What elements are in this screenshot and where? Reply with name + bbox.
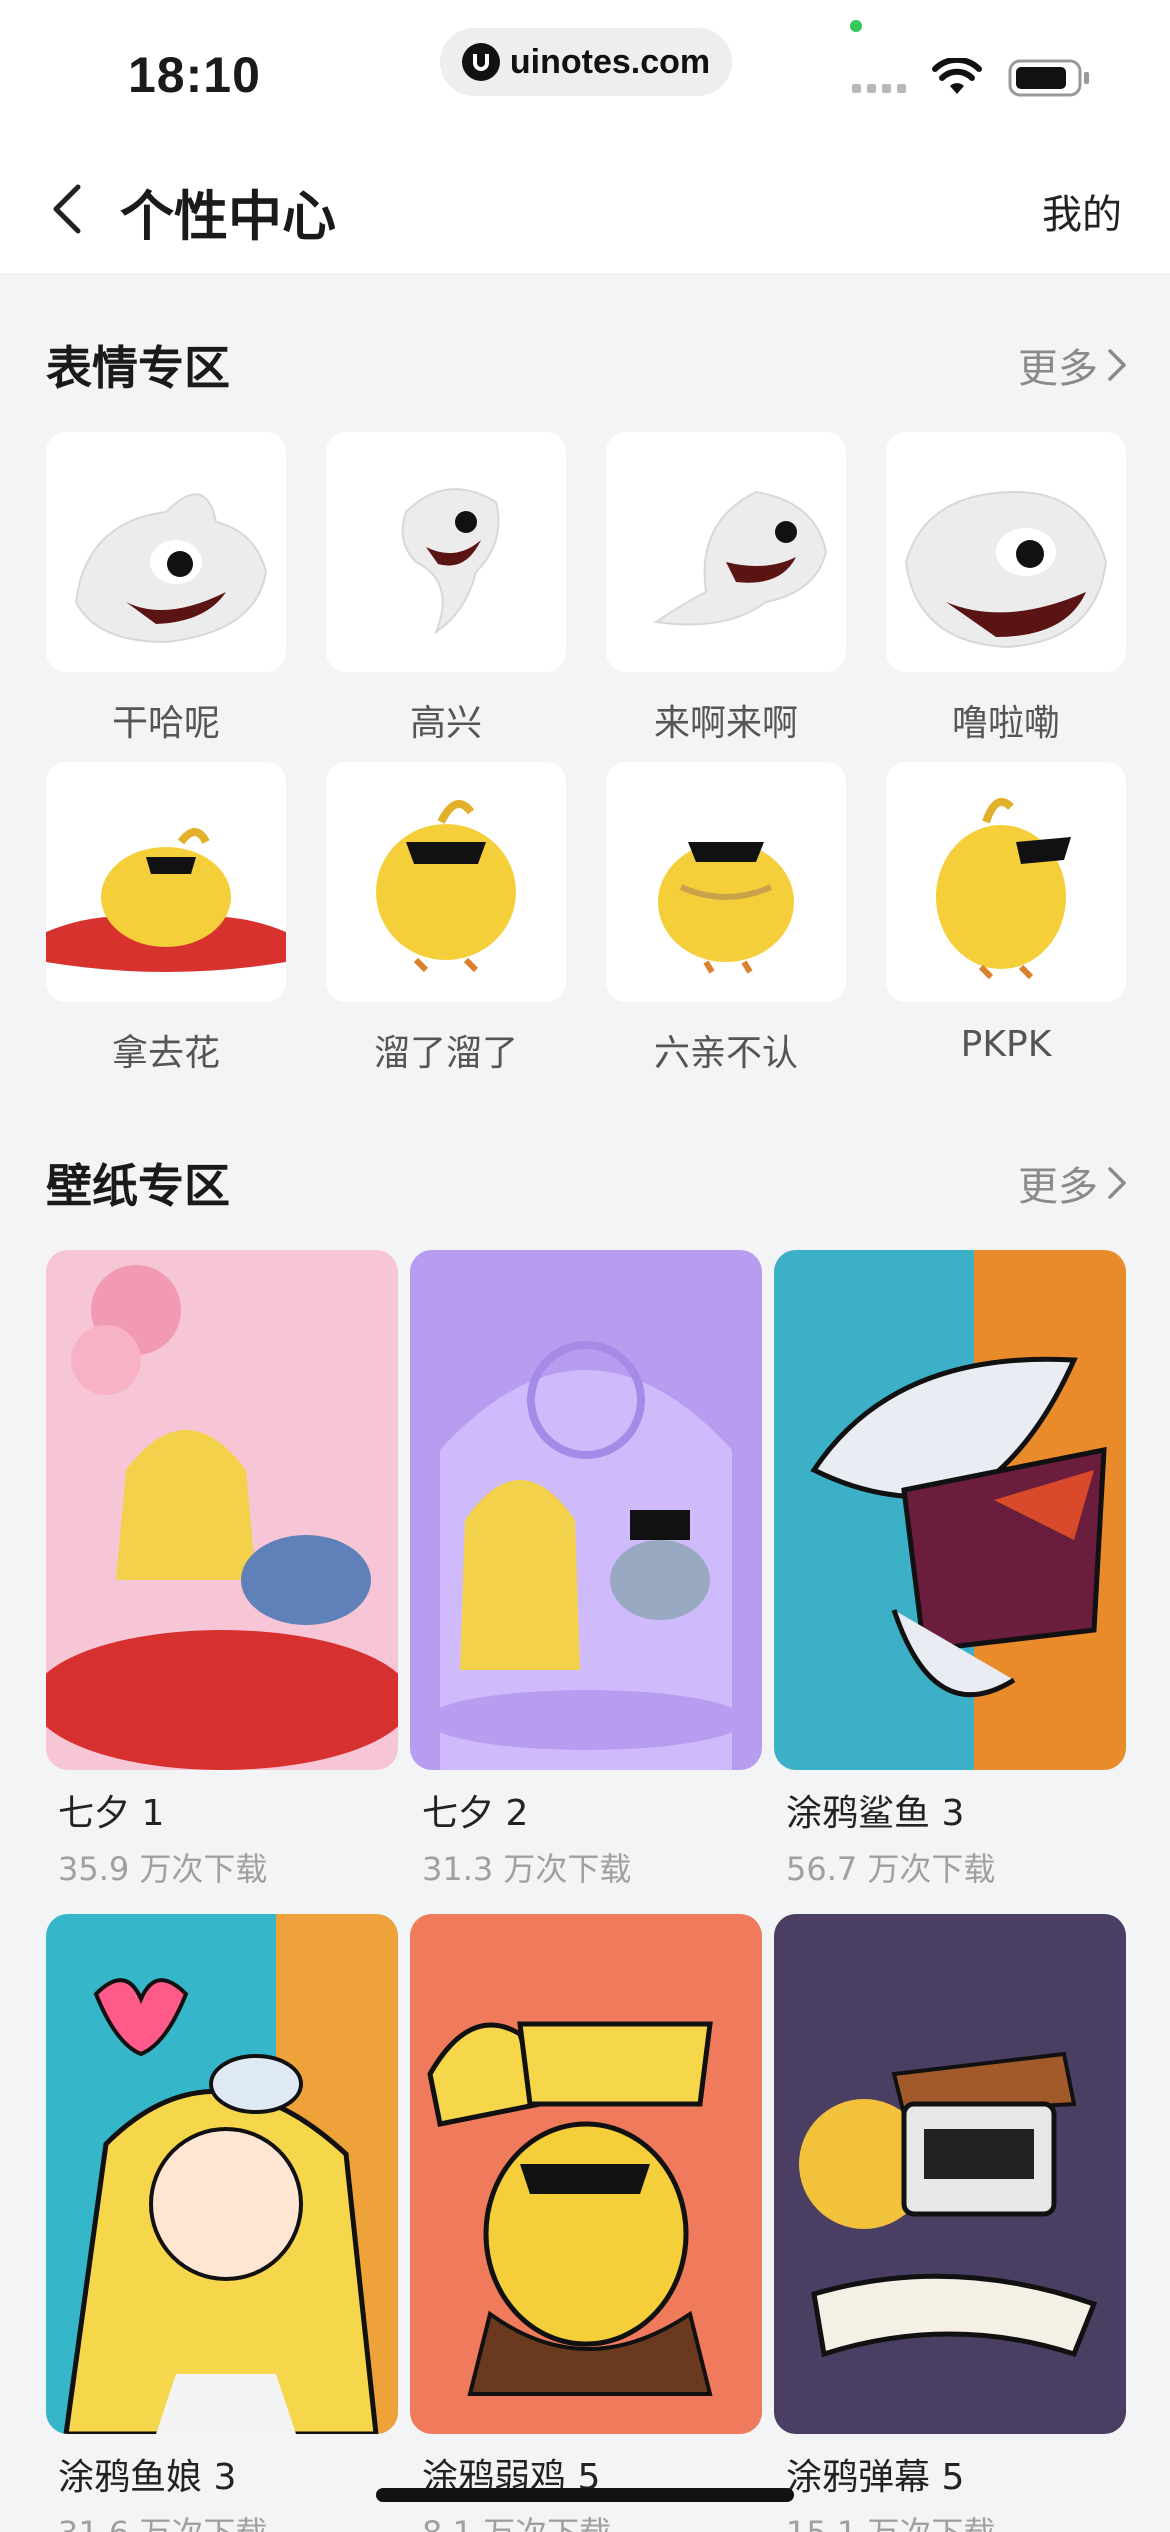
wallpaper-art (410, 1250, 762, 1770)
wallpaper-grid: 七夕 1 35.9 万次下载 七夕 2 31.3 万次下载 涂鸦鲨鱼 3 56.… (46, 1250, 1126, 2532)
sticker-label: 噜啦嘞 (951, 703, 1060, 744)
wallpaper-name: 涂鸦鲨鱼 3 (786, 1793, 965, 1834)
wallpaper-more-link[interactable]: 更多 (1018, 1154, 1128, 1212)
shark-sticker-icon (904, 490, 1108, 649)
wallpaper-thumbnail (774, 1914, 1126, 2434)
wallpaper-downloads: 31.3 万次下载 (422, 1850, 632, 1888)
sticker-item[interactable]: PKPK (886, 762, 1126, 1092)
shark-sticker-icon (653, 490, 828, 626)
sticker-section-title: 表情专区 (46, 341, 230, 395)
sticker-item[interactable]: 高兴 (326, 432, 566, 762)
battery-icon (1008, 59, 1089, 97)
wallpaper-downloads: 35.9 万次下载 (58, 1850, 268, 1888)
wallpaper-downloads: 31.6 万次下载 (58, 2508, 398, 2532)
wallpaper-thumbnail (46, 1914, 398, 2434)
wallpaper-thumbnail (410, 1250, 762, 1770)
sticker-label: 来啊来啊 (653, 703, 798, 744)
sticker-grid: 干哈呢 高兴 来啊来啊 噜啦嘞 拿去花 溜了溜了 六亲不认 PKPK (46, 432, 1126, 1092)
wallpaper-name: 七夕 2 (422, 1793, 529, 1834)
status-time: 18:10 (128, 47, 261, 103)
wallpaper-art (410, 1914, 762, 2434)
wifi-icon (932, 58, 982, 94)
wallpaper-item[interactable]: 涂鸦鲨鱼 3 56.7 万次下载 (774, 1250, 1126, 1914)
wallpaper-thumbnail (774, 1250, 1126, 1770)
chick-sticker-icon (376, 800, 516, 973)
wallpaper-name: 涂鸦弹幕 5 (786, 2457, 965, 2498)
sticker-thumbnail (606, 432, 846, 672)
wallpaper-name: 七夕 1 (58, 1793, 165, 1834)
chick-sticker-icon (46, 828, 286, 972)
wallpaper-thumbnail (410, 1914, 762, 2434)
wallpaper-downloads: 15.1 万次下载 (786, 2508, 1126, 2532)
sticker-thumbnail (326, 432, 566, 672)
wallpaper-art (774, 1914, 1126, 2434)
wallpaper-art (46, 1250, 398, 1770)
wallpaper-section-title: 壁纸专区 (46, 1159, 230, 1213)
url-text: uinotes.com (509, 42, 711, 81)
sticker-item[interactable]: 溜了溜了 (326, 762, 566, 1092)
back-button[interactable] (42, 174, 92, 244)
sticker-label: PKPK (960, 1024, 1052, 1065)
wallpaper-downloads: 8.1 万次下载 (422, 2508, 762, 2532)
wallpaper-downloads: 56.7 万次下载 (786, 1850, 996, 1888)
wallpaper-item[interactable]: 七夕 2 31.3 万次下载 (410, 1250, 762, 1914)
sticker-thumbnail (886, 762, 1126, 1002)
wallpaper-item[interactable]: 涂鸦鱼娘 3 31.6 万次下载 (46, 1914, 398, 2532)
shark-sticker-icon (401, 488, 500, 635)
sticker-label: 高兴 (409, 703, 482, 744)
status-bar: 18:10 uinotes.com (0, 0, 1170, 150)
sticker-label: 溜了溜了 (373, 1033, 518, 1074)
sticker-item[interactable]: 来啊来啊 (606, 432, 846, 762)
sticker-label: 拿去花 (111, 1033, 220, 1074)
sticker-thumbnail (46, 432, 286, 672)
sticker-more-link[interactable]: 更多 (1018, 336, 1128, 394)
url-pill[interactable]: uinotes.com (440, 28, 732, 96)
my-link[interactable]: 我的 (1042, 182, 1122, 240)
sticker-thumbnail (886, 432, 1126, 672)
site-logo-icon (461, 43, 500, 81)
home-indicator[interactable] (376, 2488, 794, 2502)
wallpaper-thumbnail (46, 1250, 398, 1770)
sticker-thumbnail (606, 762, 846, 1002)
sticker-item[interactable]: 六亲不认 (606, 762, 846, 1092)
sticker-thumbnail (46, 762, 286, 1002)
nav-bar: 个性中心 我的 (0, 150, 1170, 273)
sticker-item[interactable]: 拿去花 (46, 762, 286, 1092)
sticker-item[interactable]: 干哈呢 (46, 432, 286, 762)
wallpaper-art (774, 1250, 1126, 1770)
chevron-left-icon (53, 184, 81, 234)
cellular-signal-icon (852, 84, 906, 93)
shark-sticker-icon (74, 493, 268, 644)
sticker-item[interactable]: 噜啦嘞 (886, 432, 1126, 762)
wallpaper-item[interactable]: 涂鸦弹幕 5 15.1 万次下载 (774, 1914, 1126, 2532)
page-title: 个性中心 (120, 185, 336, 248)
privacy-indicator-icon (850, 20, 862, 32)
wallpaper-item[interactable]: 涂鸦弱鸡 5 8.1 万次下载 (410, 1914, 762, 2532)
wallpaper-art (46, 1914, 398, 2434)
sticker-label: 六亲不认 (653, 1033, 798, 1074)
chick-sticker-icon (658, 842, 794, 974)
more-label: 更多 (1018, 346, 1098, 392)
more-label: 更多 (1018, 1164, 1098, 1210)
wallpaper-item[interactable]: 七夕 1 35.9 万次下载 (46, 1250, 398, 1914)
chevron-right-icon (1108, 1167, 1126, 1199)
chevron-right-icon (1108, 349, 1126, 381)
chick-sticker-icon (936, 798, 1071, 980)
sticker-label: 干哈呢 (111, 703, 220, 744)
wallpaper-name: 涂鸦鱼娘 3 (58, 2457, 237, 2498)
sticker-thumbnail (326, 762, 566, 1002)
